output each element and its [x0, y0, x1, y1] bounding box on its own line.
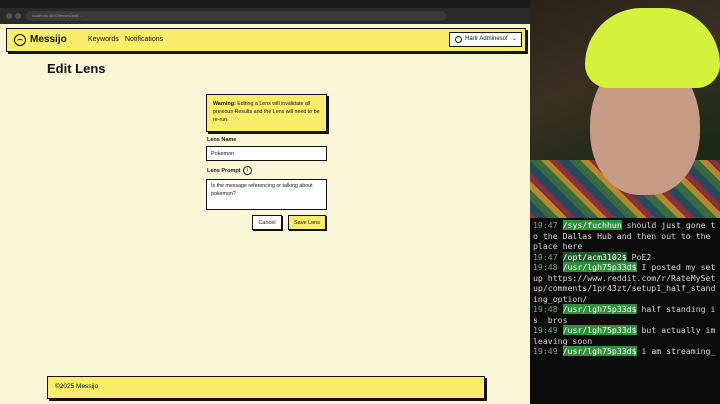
chat-line: 19:49 /usr/lgh75p33d$ i am streaming_: [533, 346, 717, 357]
lens-name-label: Lens Name: [207, 137, 237, 143]
chat-username[interactable]: /opt/acm3102$: [562, 251, 627, 262]
chat-timestamp: 19:49: [533, 346, 558, 356]
lens-name-input[interactable]: [206, 146, 327, 161]
nav-notifications[interactable]: Notifications: [125, 36, 163, 43]
warning-box: Warning: Editing a Lens will invalidate …: [206, 94, 327, 132]
user-menu-button[interactable]: Harlr Adminesof ⌄: [449, 32, 522, 47]
chat-message: i am streaming_: [636, 346, 716, 356]
cancel-button[interactable]: Cancel: [252, 215, 282, 230]
chat-timestamp: 19:48: [533, 304, 558, 314]
lens-prompt-label: Lens Prompt: [207, 168, 241, 174]
page-title: Edit Lens: [47, 61, 106, 76]
chat-line: 19:48 /usr/lgh75p33d$ half standing is b…: [533, 304, 717, 325]
address-bar[interactable]: localhost:4000/lenses/edit/…: [26, 11, 446, 21]
chat-line: 19:48 /usr/lgh75p33d$ I posted my setup …: [533, 262, 717, 304]
chat-username[interactable]: /usr/lgh75p33d$: [562, 346, 637, 356]
chat-username[interactable]: /usr/lgh75p33d$: [562, 325, 637, 335]
chat-line: 19:47 /sys/fuchhun should just gone to t…: [533, 220, 717, 252]
back-icon[interactable]: [6, 13, 12, 19]
browser-window: localhost:4000/lenses/edit/… Messijo Key…: [0, 0, 530, 404]
info-icon[interactable]: i: [243, 166, 252, 175]
logo-text[interactable]: Messijo: [30, 34, 67, 45]
chat-username[interactable]: /usr/lgh75p33d$: [562, 304, 637, 314]
chat-timestamp: 19:47: [533, 220, 558, 230]
chat-message: PoE2: [626, 251, 652, 262]
app-header: Messijo Keywords Notifications Harlr Adm…: [6, 28, 526, 52]
chat-panel: 19:47 /sys/fuchhun should just gone to t…: [530, 218, 720, 404]
save-lens-button[interactable]: Save Lens: [288, 215, 326, 230]
chat-line: 19:49 /usr/lgh75p33d$ but actually im le…: [533, 325, 717, 346]
nav-keywords[interactable]: Keywords: [88, 36, 119, 43]
chat-message: should just gone to the Dallas Hub and t…: [533, 220, 716, 251]
chat-timestamp: 19:48: [533, 262, 558, 272]
user-icon: [455, 36, 462, 43]
webcam-beanie: [585, 8, 720, 88]
chat-timestamp: 19:49: [533, 325, 558, 335]
app-footer: ©2025 Messijo: [47, 376, 485, 399]
chat-username[interactable]: /sys/fuchhun: [562, 220, 622, 230]
warning-label: Warning:: [213, 101, 236, 107]
os-menubar: [0, 0, 530, 8]
url-text: localhost:4000/lenses/edit/…: [32, 13, 84, 18]
chat-username[interactable]: /usr/lgh75p33d$: [562, 262, 637, 272]
forward-icon[interactable]: [15, 13, 21, 19]
chevron-down-icon: ⌄: [512, 36, 518, 42]
webcam-feed: [530, 0, 720, 230]
user-name: Harlr Adminesof: [465, 36, 508, 42]
lens-prompt-input[interactable]: Is the message referencing or talking ab…: [206, 179, 327, 210]
footer-copyright: ©2025 Messijo: [55, 383, 99, 390]
chat-line: 19:47 /opt/acm3102$ PoE2: [533, 251, 717, 263]
logo-icon[interactable]: [14, 34, 26, 46]
chat-timestamp: 19:47: [533, 251, 558, 262]
page: Messijo Keywords Notifications Harlr Adm…: [0, 24, 530, 404]
